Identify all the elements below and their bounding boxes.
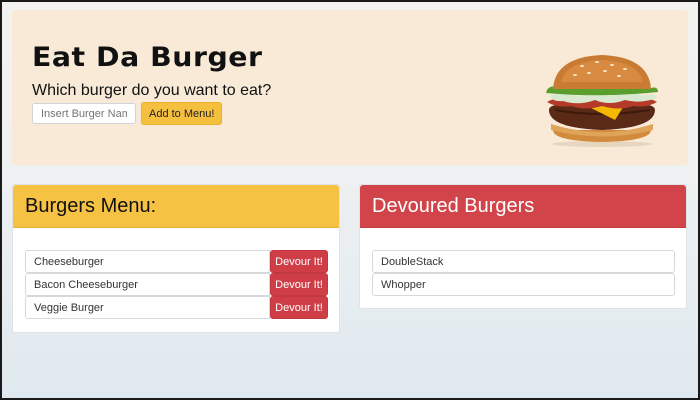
burger-name: Cheeseburger — [25, 250, 270, 273]
devoured-burgers-list: DoubleStack Whopper — [360, 228, 686, 296]
burgers-menu-card: Burgers Menu: Cheeseburger Devour It! Ba… — [12, 184, 340, 333]
devoured-burger-name: Whopper — [372, 273, 675, 296]
list-item: Whopper — [372, 273, 675, 296]
burger-image — [546, 55, 658, 147]
devoured-burgers-card: Devoured Burgers DoubleStack Whopper — [359, 184, 687, 309]
devour-button[interactable]: Devour It! — [270, 250, 328, 273]
devoured-burgers-header: Devoured Burgers — [360, 185, 686, 228]
burgers-menu-list: Cheeseburger Devour It! Bacon Cheeseburg… — [13, 228, 339, 319]
devour-button[interactable]: Devour It! — [270, 296, 328, 319]
add-burger-form: Add to Menu! — [32, 102, 223, 125]
burgers-menu-header: Burgers Menu: — [13, 185, 339, 228]
jumbotron: Eat Da Burger Which burger do you want t… — [12, 10, 688, 165]
add-to-menu-button[interactable]: Add to Menu! — [141, 102, 223, 125]
burger-name-input[interactable] — [32, 103, 136, 124]
list-item: Veggie Burger Devour It! — [25, 296, 328, 319]
burger-name: Bacon Cheeseburger — [25, 273, 270, 296]
list-item: DoubleStack — [372, 250, 675, 273]
list-item: Bacon Cheeseburger Devour It! — [25, 273, 328, 296]
devoured-burger-name: DoubleStack — [372, 250, 675, 273]
devour-button[interactable]: Devour It! — [270, 273, 328, 296]
burger-name: Veggie Burger — [25, 296, 270, 319]
page-subtitle: Which burger do you want to eat? — [32, 82, 272, 99]
page-title: Eat Da Burger — [32, 42, 263, 73]
list-item: Cheeseburger Devour It! — [25, 250, 328, 273]
